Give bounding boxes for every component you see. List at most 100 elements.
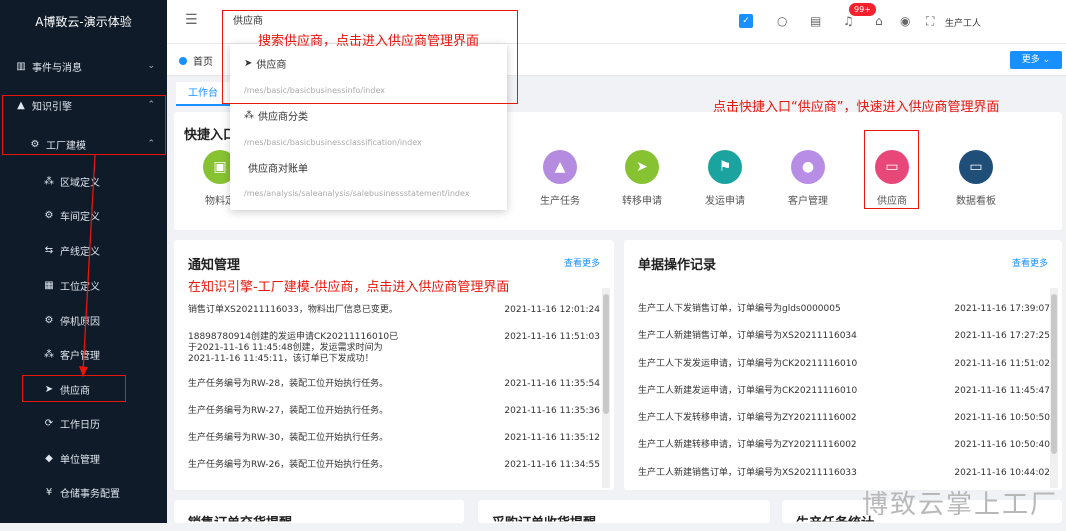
record-date: 2021-11-16 11:45:47 — [954, 386, 1050, 396]
dropdown-item-label: 供应商对账单 — [248, 164, 308, 175]
scroll-thumb[interactable] — [1051, 294, 1057, 454]
sidebar-item-label: 车间定义 — [60, 211, 100, 223]
yen-icon: ¥ — [45, 486, 53, 498]
sidebar-item-label: 供应商 — [60, 385, 90, 397]
dropdown-item-path: /mes/analysis/saleanalysis/salebusinesss… — [244, 189, 470, 198]
quick-item-production-task[interactable]: ▲ 生产任务 — [530, 150, 590, 207]
panel-title: 采购订单收货提醒 — [492, 516, 597, 531]
sidebar-item-area[interactable]: ⁂ 区域定义 — [0, 166, 167, 196]
sidebar-item-station[interactable]: ▦ 工位定义 — [0, 270, 167, 300]
quick-item-supplier[interactable]: ▭ 供应商 — [862, 150, 922, 207]
chart-icon: ▲ — [543, 150, 577, 184]
sidebar-item-label: 知识引擎 — [32, 101, 72, 113]
user-icon: ● — [791, 150, 825, 184]
quick-item-dashboard[interactable]: ▭ 数据看板 — [946, 150, 1006, 207]
gear-icon: ⚙ — [30, 138, 40, 150]
chat-icon[interactable]: ○ — [777, 14, 787, 28]
tab-workbench[interactable]: 工作台 — [176, 82, 230, 106]
quick-item-shipment[interactable]: ⚑ 发运申请 — [695, 150, 755, 207]
notice-row[interactable]: 18898780914创建的发运申请CK20211116010已于2021-11… — [188, 332, 600, 366]
record-date: 2021-11-16 10:50:50 — [954, 413, 1050, 423]
send-icon: ➤ — [625, 150, 659, 184]
record-text: 生产工人下发转移申请，订单编号为ZY20211116002 — [638, 413, 857, 423]
chart-icon: ▥ — [16, 60, 26, 72]
scroll-thumb[interactable] — [603, 294, 609, 414]
search-annotation: 搜索供应商，点击进入供应商管理界面 — [258, 34, 480, 49]
dropdown-item-label: 供应商分类 — [258, 112, 308, 123]
quick-item-label: 数据看板 — [956, 196, 996, 207]
tab-home[interactable]: 首页 — [179, 53, 213, 68]
notice-text: 生产任务编号为RW-27，装配工位开始执行任务。 — [188, 406, 389, 416]
notification-badge: 99+ — [849, 3, 876, 16]
sidebar-item-factory-modeling[interactable]: ⚙ 工厂建模 ⌃ — [0, 129, 167, 159]
chevron-down-icon: ⌄ — [147, 61, 155, 71]
app-title: A博致云-演示体验 — [35, 15, 132, 29]
sidebar-item-label: 客户管理 — [60, 350, 100, 362]
record-date: 2021-11-16 17:27:25 — [954, 331, 1050, 341]
dropdown-item-supplier-statement[interactable]: 供应商对账单 — [248, 160, 308, 175]
watermark: 博致云掌上工厂 — [861, 490, 1058, 520]
sidebar-item-unit[interactable]: ◆ 单位管理 — [0, 443, 167, 473]
more-button[interactable]: 更多 ⌄ — [1010, 51, 1062, 69]
sidebar-item-knowledge[interactable]: ▲ 知识引擎 ⌃ — [0, 90, 167, 120]
gear-icon: ⚙ — [44, 314, 54, 326]
tab-home-label: 首页 — [193, 57, 213, 68]
notice-text: 销售订单XS20211116033，物料出厂信息已变更。 — [188, 305, 398, 315]
sidebar-item-events[interactable]: ▥ 事件与消息 ⌄ — [0, 51, 167, 81]
more-button-label: 更多 — [1021, 55, 1040, 65]
sidebar-item-label: 事件与消息 — [32, 62, 82, 74]
notice-title: 通知管理 — [188, 258, 241, 273]
notice-date: 2021-11-16 11:51:03 — [504, 332, 600, 342]
panel-title: 销售订单交货提醒 — [188, 516, 293, 531]
notice-more-link[interactable]: 查看更多 — [564, 256, 600, 269]
records-scrollbar[interactable] — [1050, 288, 1058, 488]
record-text: 生产工人新建销售订单，订单编号为XS20211116033 — [638, 468, 857, 478]
notice-date: 2021-11-16 11:34:55 — [504, 460, 600, 470]
quick-item-transfer[interactable]: ➤ 转移申请 — [612, 150, 672, 207]
notice-text: 生产任务编号为RW-26，装配工位开始执行任务。 — [188, 460, 389, 470]
record-text: 生产工人新建发运申请，订单编号为CK20211116010 — [638, 386, 858, 396]
record-text: 生产工人下发发运申请，订单编号为CK20211116010 — [638, 359, 858, 369]
fullscreen-icon[interactable]: ⛶ — [926, 14, 934, 29]
quick-item-label: 发运申请 — [705, 196, 745, 207]
notice-scrollbar[interactable] — [602, 288, 610, 488]
sidebar-item-downtime[interactable]: ⚙ 停机原因 — [0, 305, 167, 335]
document-icon[interactable]: ▤ — [810, 14, 821, 28]
dropdown-item-supplier-category[interactable]: ⁂ 供应商分类 — [244, 108, 308, 123]
quick-item-customer[interactable]: ● 客户管理 — [778, 150, 838, 207]
user-name[interactable]: 生产工人 — [945, 16, 981, 29]
quick-item-label: 生产任务 — [540, 196, 580, 207]
purchase-receipt-panel: 采购订单收货提醒 — [478, 500, 770, 523]
record-text: 生产工人下发销售订单，订单编号为glds0000005 — [638, 304, 841, 314]
dropdown-item-path: /mes/basic/basicbusinessinfo/index — [244, 86, 385, 95]
records-more-link[interactable]: 查看更多 — [1012, 256, 1048, 269]
lock-icon[interactable]: ⌂ — [875, 14, 883, 28]
sidebar-item-supplier[interactable]: ➤ 供应商 — [0, 374, 167, 404]
active-dot-icon — [179, 56, 187, 65]
sidebar-item-calendar[interactable]: ⟳ 工作日历 — [0, 408, 167, 438]
records-title: 单据操作记录 — [638, 258, 717, 273]
bell-icon[interactable]: ♫ — [843, 14, 854, 28]
plane-icon: ➤ — [44, 383, 54, 395]
flag-icon: ⚑ — [708, 150, 742, 184]
chevron-up-icon: ⌃ — [147, 100, 155, 110]
checkbox-icon[interactable]: ✓ — [739, 14, 753, 28]
menu-icon[interactable]: ☰ — [185, 12, 198, 28]
sitemap-icon: ⁂ — [244, 110, 254, 121]
sidebar-item-warehouse[interactable]: ¥ 仓储事务配置 — [0, 477, 167, 507]
sidebar-item-customer[interactable]: ⁂ 客户管理 — [0, 339, 167, 369]
notice-text: 生产任务编号为RW-28，装配工位开始执行任务。 — [188, 379, 389, 389]
sidebar-item-workshop[interactable]: ⚙ 车间定义 — [0, 200, 167, 230]
sidebar-item-label: 工厂建模 — [46, 140, 86, 152]
sidebar: A博致云-演示体验 ▥ 事件与消息 ⌄ ▲ 知识引擎 ⌃ ⚙ 工厂建模 ⌃ ⁂ 区域定义 ⚙ 车… — [0, 0, 167, 523]
records-panel: 单据操作记录 查看更多 生产工人下发销售订单，订单编号为glds0000005 2… — [624, 240, 1062, 490]
notice-text: 生产任务编号为RW-30，装配工位开始执行任务。 — [188, 433, 389, 443]
eye-icon[interactable]: ◉ — [900, 14, 910, 28]
sidebar-item-line[interactable]: ⇆ 产线定义 — [0, 235, 167, 265]
sitemap-icon: ⁂ — [44, 348, 54, 360]
quick-item-label: 供应商 — [877, 196, 907, 207]
notice-date: 2021-11-16 11:35:36 — [504, 406, 600, 416]
dropdown-item-supplier[interactable]: ➤ 供应商 — [244, 56, 286, 71]
monitor-icon: ▭ — [959, 150, 993, 184]
record-text: 生产工人新建销售订单，订单编号为XS20211116034 — [638, 331, 857, 341]
